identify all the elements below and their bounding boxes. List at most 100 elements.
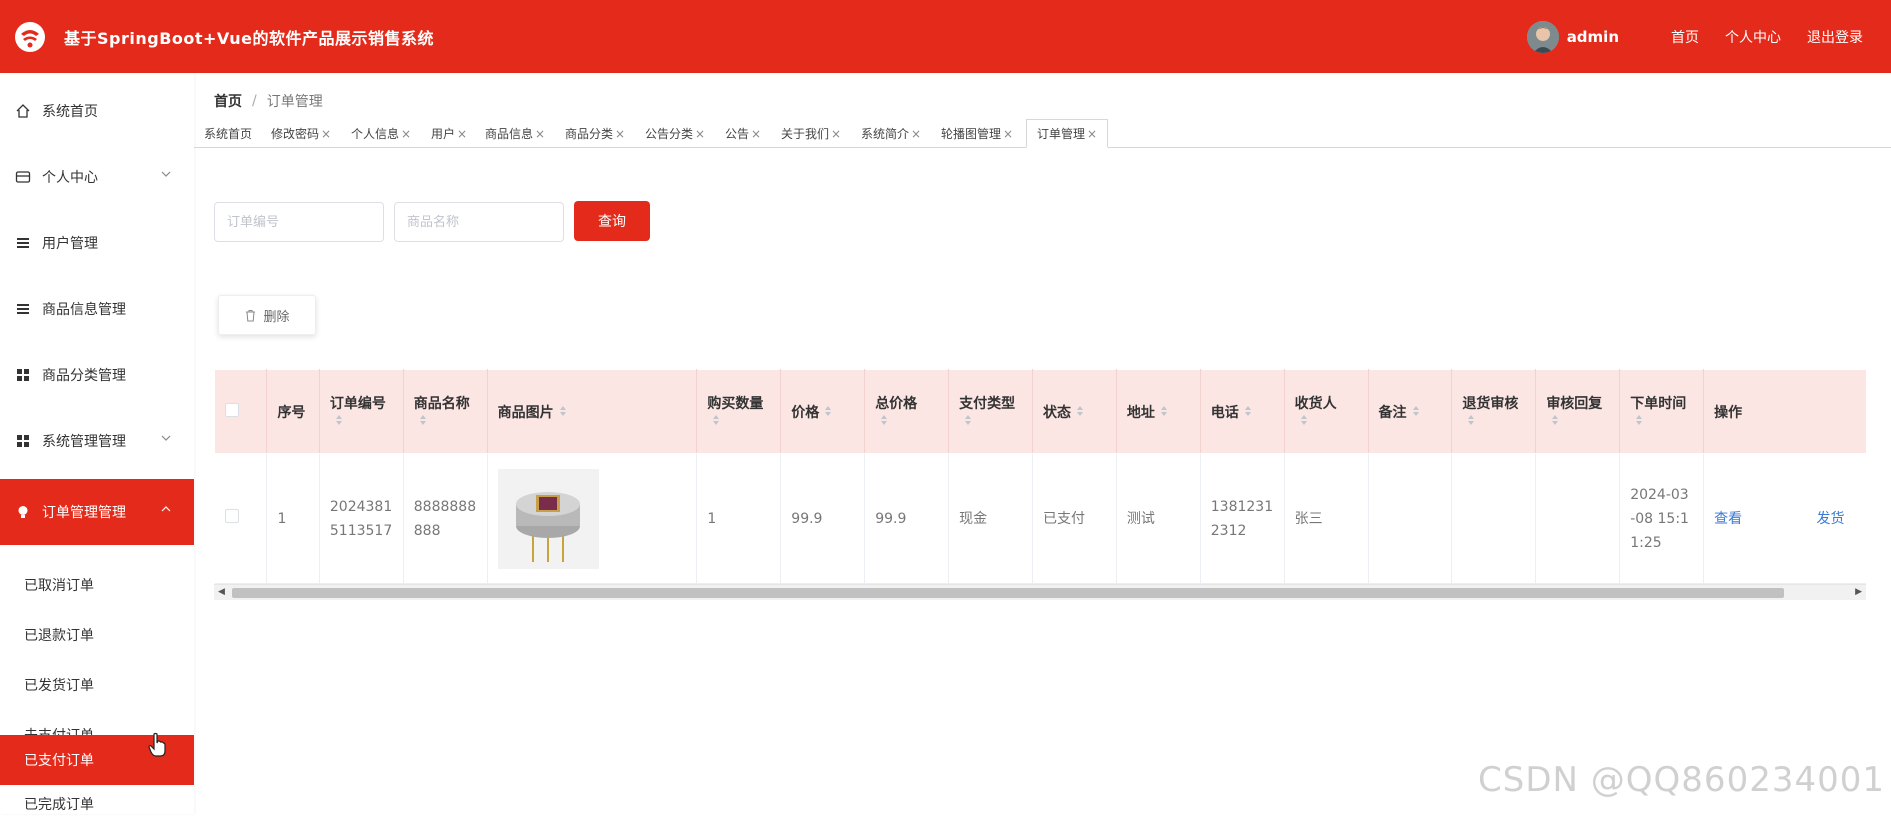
- tab-about-us[interactable]: 关于我们 ×: [771, 119, 851, 148]
- column-header[interactable]: 商品图片: [486, 369, 698, 454]
- sort-icon[interactable]: [1075, 404, 1085, 422]
- sort-icon[interactable]: [558, 404, 568, 422]
- scroll-left-icon[interactable]: ◀: [218, 587, 225, 597]
- sort-icon[interactable]: [823, 404, 833, 422]
- tab-users[interactable]: 用户 ×: [421, 119, 477, 148]
- close-icon[interactable]: ×: [831, 127, 841, 141]
- tab-notice-category[interactable]: 公告分类 ×: [635, 119, 715, 148]
- chevron-down-icon: [161, 435, 171, 441]
- sidebar-item-system[interactable]: 系统管理管理: [0, 408, 194, 474]
- sort-icon[interactable]: [418, 413, 428, 431]
- tab-product-info[interactable]: 商品信息 ×: [475, 119, 555, 148]
- sort-icon[interactable]: [1159, 404, 1169, 422]
- scroll-right-icon[interactable]: ▶: [1855, 587, 1862, 597]
- product-name-input[interactable]: [394, 202, 564, 242]
- sort-icon[interactable]: [711, 413, 721, 431]
- column-header[interactable]: 地址: [1115, 369, 1201, 454]
- column-header[interactable]: 审核回复: [1535, 369, 1621, 454]
- column-header[interactable]: 收货人: [1283, 369, 1369, 454]
- view-link[interactable]: 查看: [1714, 511, 1742, 527]
- breadcrumb-home[interactable]: 首页: [214, 91, 242, 111]
- tab-label: 商品信息: [485, 127, 534, 141]
- row-checkbox[interactable]: [224, 508, 239, 523]
- column-header[interactable]: 状态: [1031, 369, 1117, 454]
- column-header[interactable]: 备注: [1367, 369, 1453, 454]
- ship-link[interactable]: 发货: [1817, 511, 1845, 527]
- select-all-checkbox[interactable]: [225, 402, 239, 417]
- tab-personal-info[interactable]: 个人信息 ×: [341, 119, 421, 148]
- column-header[interactable]: 商品名称: [402, 369, 488, 454]
- sidebar-item-product-info[interactable]: 商品信息管理: [0, 276, 194, 342]
- delete-label: 删除: [263, 309, 290, 325]
- sort-icon[interactable]: [1466, 413, 1476, 431]
- column-header[interactable]: 总价格: [864, 369, 950, 454]
- cell-pay-type: 现金: [948, 453, 1033, 584]
- close-icon[interactable]: ×: [321, 127, 331, 141]
- cell-return-review: [1451, 453, 1537, 584]
- order-no-input[interactable]: [214, 202, 384, 242]
- close-icon[interactable]: ×: [401, 127, 411, 141]
- sidebar-item-users[interactable]: 用户管理: [0, 210, 194, 276]
- tab-change-password[interactable]: 修改密码 ×: [261, 119, 341, 148]
- tab-product-category[interactable]: 商品分类 ×: [555, 119, 635, 148]
- hand-cursor-icon: [148, 732, 166, 757]
- close-icon[interactable]: ×: [1087, 127, 1097, 141]
- query-button[interactable]: 查询: [574, 201, 650, 241]
- column-header-label: 价格: [791, 404, 820, 421]
- column-header[interactable]: 电话: [1199, 369, 1285, 454]
- close-icon[interactable]: ×: [911, 127, 921, 141]
- cell-review-reply: [1535, 453, 1621, 584]
- tab-carousel[interactable]: 轮播图管理 ×: [931, 119, 1023, 148]
- orders-table: 序号 订单编号 商品名称 商品图片 购买数量 价格 总价格 支付类型 状态 地址…: [214, 369, 1866, 601]
- sort-icon[interactable]: [1411, 404, 1421, 422]
- close-icon[interactable]: ×: [1003, 127, 1013, 141]
- product-image[interactable]: [497, 468, 599, 569]
- sidebar-subitem-shipped[interactable]: 已发货订单: [0, 660, 194, 710]
- column-header-label: 地址: [1126, 404, 1155, 421]
- sort-icon[interactable]: [334, 413, 344, 431]
- sidebar-subitem-cancelled[interactable]: 已取消订单: [0, 560, 194, 610]
- column-header[interactable]: 支付类型: [948, 369, 1033, 454]
- column-header[interactable]: 下单时间: [1619, 369, 1705, 454]
- close-icon[interactable]: ×: [615, 127, 625, 141]
- close-icon[interactable]: ×: [751, 127, 761, 141]
- close-icon[interactable]: ×: [535, 127, 545, 141]
- sort-icon[interactable]: [879, 413, 889, 431]
- sidebar-item-home[interactable]: 系统首页: [0, 78, 194, 144]
- chevron-down-icon: [161, 171, 171, 177]
- header-link-profile[interactable]: 个人中心: [1725, 27, 1781, 47]
- header-link-logout[interactable]: 退出登录: [1807, 27, 1863, 47]
- cell-actions: 查看 发货 删除: [1703, 453, 1866, 584]
- sidebar-item-product-category[interactable]: 商品分类管理: [0, 342, 194, 408]
- column-header[interactable]: 退货审核: [1451, 369, 1537, 454]
- sidebar-subitem-completed[interactable]: 已完成订单: [0, 789, 194, 819]
- sidebar-subitem-refunded[interactable]: 已退款订单: [0, 610, 194, 660]
- column-header-label: 下单时间: [1630, 395, 1687, 412]
- column-header[interactable]: 订单编号: [318, 369, 404, 454]
- scrollbar-thumb[interactable]: [232, 588, 1784, 598]
- horizontal-scrollbar[interactable]: ◀ ▶: [214, 584, 1866, 600]
- tab-orders[interactable]: 订单管理 ×: [1026, 119, 1109, 148]
- tab-home[interactable]: 系统首页: [194, 119, 262, 148]
- sidebar-item-orders[interactable]: 订单管理管理: [0, 479, 194, 545]
- column-header[interactable]: 购买数量: [696, 369, 782, 454]
- row-checkbox-cell: [214, 453, 268, 584]
- tab-label: 个人信息: [351, 127, 400, 141]
- header-link-home[interactable]: 首页: [1671, 27, 1699, 47]
- sidebar-item-profile[interactable]: 个人中心: [0, 144, 194, 210]
- sort-icon[interactable]: [1243, 404, 1253, 422]
- tab-notice[interactable]: 公告 ×: [715, 119, 771, 148]
- card-icon: [14, 168, 32, 186]
- close-icon[interactable]: ×: [457, 127, 467, 141]
- avatar[interactable]: [1526, 20, 1559, 53]
- sort-icon[interactable]: [1550, 413, 1560, 431]
- sort-icon[interactable]: [1634, 413, 1644, 431]
- sort-icon[interactable]: [963, 413, 973, 431]
- close-icon[interactable]: ×: [695, 127, 705, 141]
- delete-button[interactable]: 删除: [218, 295, 316, 335]
- logo-icon: [8, 15, 52, 59]
- column-header[interactable]: 价格: [780, 369, 866, 454]
- username[interactable]: admin: [1567, 28, 1619, 46]
- sort-icon[interactable]: [1299, 413, 1309, 431]
- tab-system-intro[interactable]: 系统简介 ×: [851, 119, 931, 148]
